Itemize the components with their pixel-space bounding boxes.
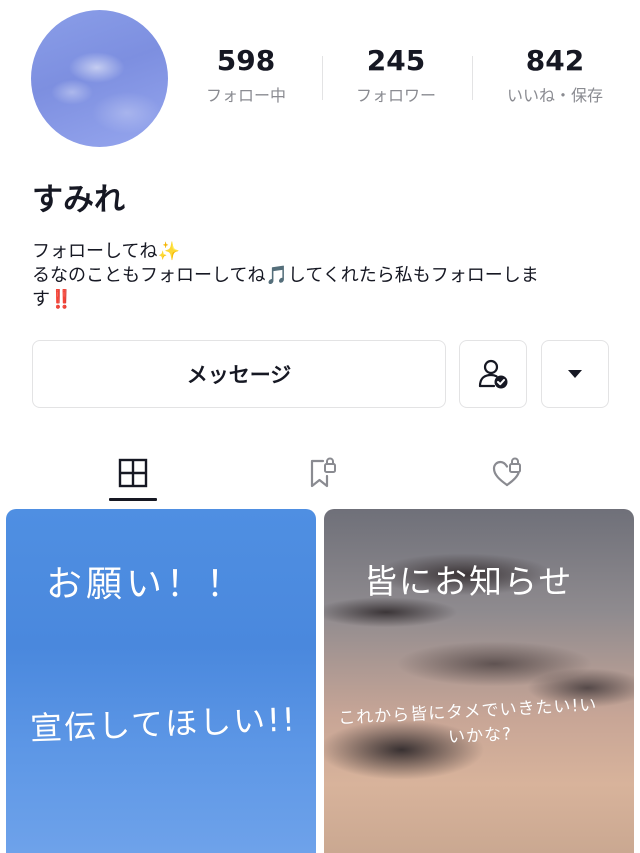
caret-down-icon: [568, 370, 582, 378]
user-check-icon: [478, 359, 508, 389]
bio-line: るなのこともフォローしてね🎵してくれたら私もフォローしま: [32, 265, 539, 286]
stat-following[interactable]: 598 フォロー中: [176, 44, 316, 106]
followers-count: 245: [366, 44, 426, 77]
post-title: お願い！！: [46, 564, 247, 605]
likes-count: 842: [525, 44, 585, 77]
tab-posts[interactable]: [108, 448, 158, 498]
post-thumbnail[interactable]: 皆にお知らせ これから皆にタメでいきたい!い いかな?: [324, 509, 634, 853]
stat-followers[interactable]: 245 フォロワー: [326, 44, 466, 106]
followers-label: フォロワー: [355, 86, 436, 105]
grid-icon: [118, 458, 148, 488]
message-button-label: メッセージ: [186, 363, 292, 387]
following-count: 598: [216, 44, 276, 77]
tab-liked[interactable]: [482, 448, 532, 498]
stat-divider: [472, 56, 473, 100]
tab-saved[interactable]: [296, 448, 346, 498]
more-options-button[interactable]: [541, 340, 609, 408]
likes-label: いいね・保存: [506, 86, 603, 105]
message-button[interactable]: メッセージ: [32, 340, 446, 408]
profile-name: すみれ: [32, 182, 125, 218]
bookmark-lock-icon: [310, 457, 336, 488]
heart-lock-icon: [492, 457, 521, 487]
post-caption: いかな?: [447, 724, 513, 748]
friend-status-button[interactable]: [459, 340, 527, 408]
profile-bio: フォローしてね✨ るなのこともフォローしてね🎵してくれたら私もフォローしま す‼…: [32, 240, 612, 312]
post-title: 皆にお知らせ: [364, 562, 574, 601]
stat-divider: [322, 56, 323, 100]
avatar[interactable]: [31, 10, 168, 147]
post-caption: 宣伝してほしい!!: [29, 700, 298, 748]
stat-likes[interactable]: 842 いいね・保存: [485, 44, 625, 106]
following-label: フォロー中: [205, 86, 286, 105]
post-thumbnail[interactable]: お願い！！ 宣伝してほしい!!: [6, 509, 316, 853]
bio-line: フォローしてね✨: [32, 241, 180, 262]
active-tab-indicator: [109, 498, 157, 501]
bio-line: す‼️: [32, 289, 73, 310]
